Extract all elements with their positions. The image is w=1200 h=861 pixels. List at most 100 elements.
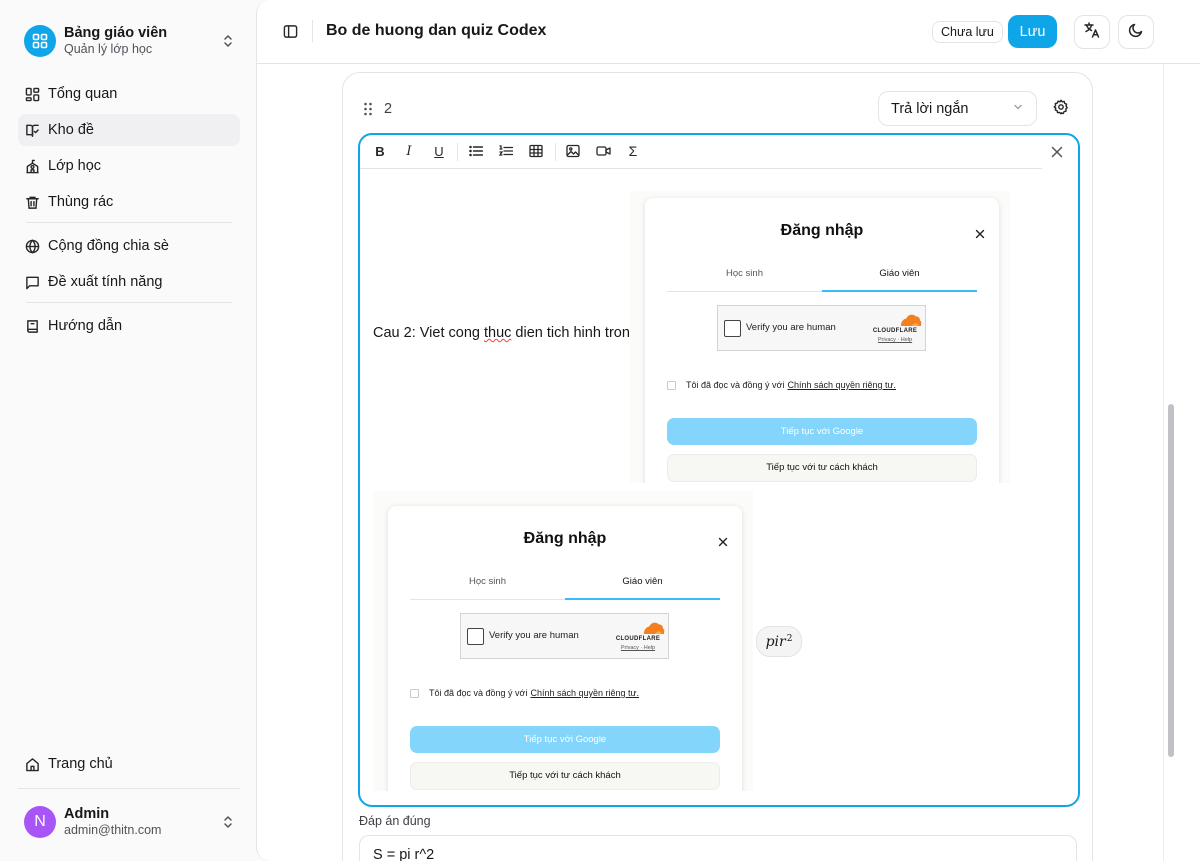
drag-handle-icon[interactable] — [363, 102, 373, 116]
answer-label: Đáp án đúng — [359, 814, 431, 828]
sidebar-item-classes[interactable]: Lớp học — [18, 150, 240, 182]
chevrons-up-down-icon — [220, 33, 236, 49]
question-type-value: Trả lời ngắn — [891, 100, 969, 117]
google-login-button: Tiếp tục với Google — [410, 726, 720, 753]
sidebar-item-trash[interactable]: Thùng rác — [18, 186, 240, 218]
globe-icon — [24, 238, 40, 254]
sidebar-item-question-bank[interactable]: Kho đề — [18, 114, 240, 146]
italic-icon[interactable]: I — [401, 143, 417, 159]
sidebar-item-guide[interactable]: Hướng dẫn — [18, 310, 240, 342]
captcha-checkbox — [467, 628, 484, 645]
sidebar-item-label: Cộng đồng chia sè — [48, 238, 169, 254]
sidebar-item-overview[interactable]: Tổng quan — [18, 78, 240, 110]
school-icon — [24, 158, 40, 174]
embedded-image[interactable]: Đăng nhập Học sinh Giáo viên Verify you … — [373, 491, 753, 791]
sidebar-item-label: Lớp học — [48, 158, 102, 174]
consent-text: Tôi đã đọc và đồng ý với — [686, 380, 785, 390]
question-text-part: dien tich hinh tron. — [511, 325, 634, 341]
language-button[interactable] — [1074, 15, 1110, 49]
underline-icon[interactable]: U — [431, 143, 447, 159]
sidebar-item-community[interactable]: Cộng đồng chia sè — [18, 230, 240, 262]
sidebar-item-home[interactable]: Trang chủ — [18, 748, 240, 780]
main-panel: Bo de huong dan quiz Codex Chưa lưu Lưu … — [256, 0, 1200, 861]
sidebar-item-label: Trang chủ — [48, 756, 113, 772]
bold-icon[interactable]: B — [372, 143, 388, 159]
book-icon — [24, 318, 40, 334]
unsaved-badge: Chưa lưu — [932, 21, 1003, 43]
sidebar-nav: Tổng quan Kho đề Lớp học Thùng rác Cộng … — [18, 78, 240, 346]
tab-teacher: Giáo viên — [622, 576, 663, 587]
login-title: Đăng nhập — [523, 530, 607, 547]
page-title: Bo de huong dan quiz Codex — [326, 22, 547, 39]
cloudflare-brand: CLOUDFLARE — [615, 636, 661, 642]
sidebar-item-feature-request[interactable]: Đề xuất tính năng — [18, 266, 240, 298]
cloudflare-logo: CLOUDFLARE Privacy · Help — [868, 312, 922, 346]
captcha-checkbox — [724, 320, 741, 337]
question-text-part: Cau 2: Viet cong — [373, 325, 484, 341]
header-divider — [312, 20, 313, 42]
login-tabs: Học sinh Giáo viên — [667, 266, 977, 292]
scrollbar-thumb[interactable] — [1168, 404, 1174, 757]
toolbar-divider — [555, 143, 556, 161]
captcha-text: Verify you are human — [746, 322, 836, 333]
captcha-links: Privacy · Help — [620, 645, 656, 651]
editor-toolbar: B I U Σ — [360, 135, 1042, 169]
login-tabs: Học sinh Giáo viên — [410, 574, 720, 600]
tab-student: Học sinh — [469, 576, 506, 587]
book-check-icon — [24, 122, 40, 138]
google-login-button: Tiếp tục với Google — [667, 418, 977, 445]
user-email: admin@thitn.com — [64, 823, 162, 837]
video-icon[interactable] — [595, 143, 611, 159]
math-formula[interactable]: pir 2 — [756, 626, 802, 657]
user-menu[interactable]: N Admin admin@thitn.com — [24, 805, 236, 839]
workspace-switcher[interactable]: Bảng giáo viên Quản lý lớp học — [24, 24, 236, 58]
user-divider — [18, 788, 240, 789]
sidebar-item-label: Hướng dẫn — [48, 318, 123, 334]
login-title: Đăng nhập — [780, 222, 864, 239]
privacy-link: Chính sách quyền riêng tư. — [787, 380, 897, 390]
image-icon[interactable] — [565, 143, 581, 159]
answer-input[interactable] — [359, 835, 1077, 861]
captcha-widget: Verify you are human CLOUDFLARE Privacy … — [460, 613, 669, 659]
embedded-image[interactable]: Đăng nhập Học sinh Giáo viên Verify you … — [630, 191, 1010, 483]
guest-login-button: Tiếp tục với tư cách khách — [667, 454, 977, 482]
rich-text-editor[interactable]: B I U Σ Cau 2: Viet cong thuc dien tich … — [358, 133, 1080, 807]
brand-subtitle: Quản lý lớp học — [64, 42, 153, 56]
gear-icon[interactable] — [1053, 99, 1069, 115]
languages-icon — [1083, 21, 1101, 44]
numbered-list-icon[interactable] — [498, 143, 514, 159]
tab-teacher: Giáo viên — [879, 268, 920, 279]
math-base: pir — [765, 633, 786, 650]
home-icon — [24, 756, 40, 772]
nav-divider — [26, 222, 232, 223]
sidebar-toggle-icon[interactable] — [281, 22, 299, 40]
login-modal: Đăng nhập Học sinh Giáo viên Verify you … — [645, 198, 999, 483]
sidebar-item-label: Thùng rác — [48, 194, 114, 210]
cloudflare-cloud-icon — [643, 622, 665, 634]
cloudflare-brand: CLOUDFLARE — [872, 328, 918, 334]
table-icon[interactable] — [528, 143, 544, 159]
nav-divider — [26, 302, 232, 303]
brand-title: Bảng giáo viên — [64, 25, 168, 41]
question-type-select[interactable]: Trả lời ngắn — [878, 91, 1037, 126]
cloudflare-logo: CLOUDFLARE Privacy · Help — [611, 620, 665, 654]
cloudflare-cloud-icon — [900, 314, 922, 326]
consent-text: Tôi đã đọc và đồng ý với — [429, 688, 528, 698]
trash-icon — [24, 194, 40, 210]
close-icon — [718, 534, 730, 547]
consent-row: Tôi đã đọc và đồng ý với Chính sách quyề… — [667, 380, 896, 390]
consent-checkbox — [410, 688, 419, 698]
theme-toggle-button[interactable] — [1118, 15, 1154, 49]
tab-student: Học sinh — [726, 268, 763, 279]
sidebar-item-label: Tổng quan — [48, 86, 118, 102]
question-text: Cau 2: Viet cong thuc dien tich hinh tro… — [373, 325, 634, 341]
close-icon[interactable] — [1050, 145, 1066, 161]
save-button[interactable]: Lưu — [1008, 15, 1057, 48]
bullet-list-icon[interactable] — [468, 143, 484, 159]
sigma-icon[interactable]: Σ — [625, 143, 641, 159]
captcha-links: Privacy · Help — [877, 337, 913, 343]
sidebar-item-label: Đề xuất tính năng — [48, 274, 163, 290]
scrollbar[interactable] — [1163, 64, 1177, 861]
captcha-widget: Verify you are human CLOUDFLARE Privacy … — [717, 305, 926, 351]
captcha-text: Verify you are human — [489, 630, 579, 641]
